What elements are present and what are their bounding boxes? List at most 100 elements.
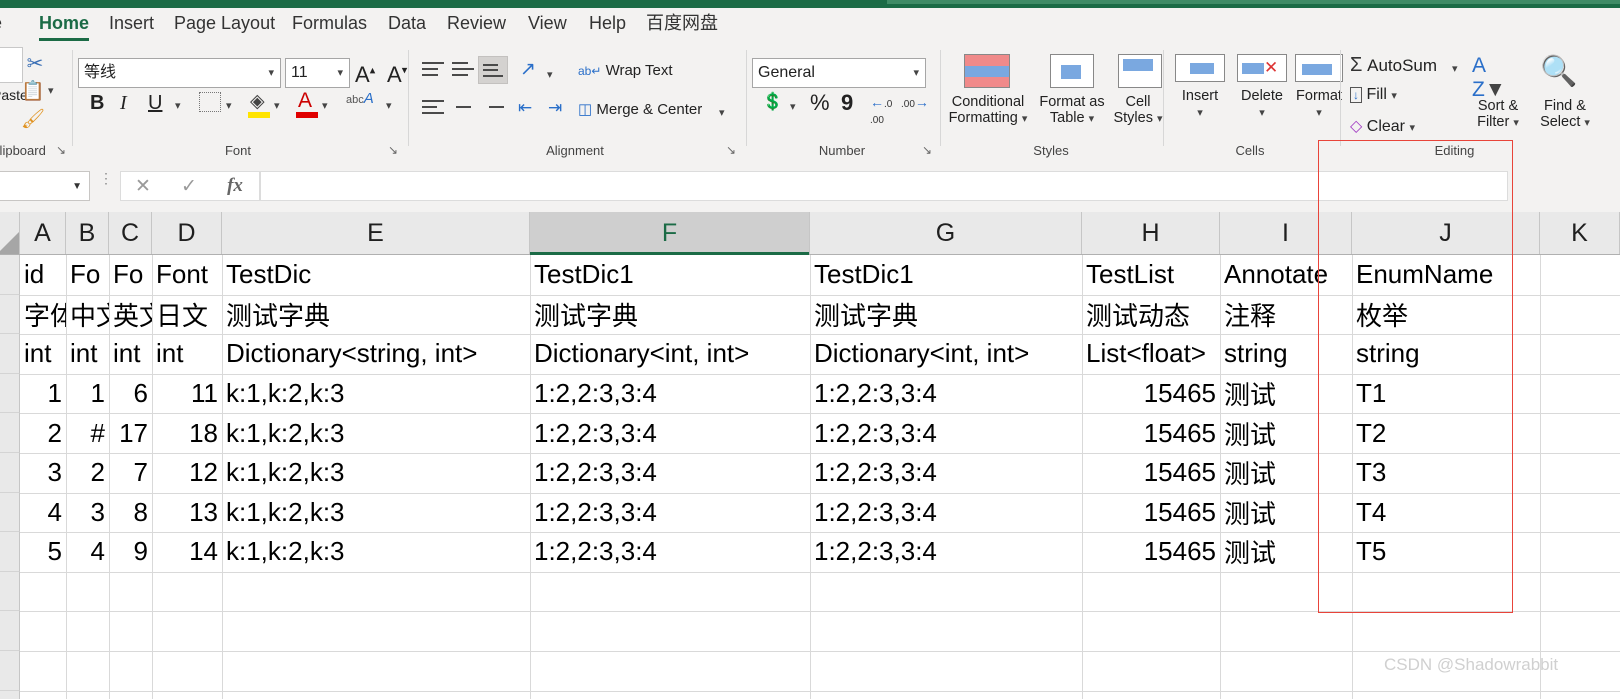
cell-E7[interactable]: k:1,k:2,k:3 [222,493,530,533]
select-all-corner[interactable] [0,212,20,254]
delete-button[interactable]: Delete ▾ [1231,88,1293,121]
cell-J8[interactable]: T5 [1352,532,1540,572]
tab-view[interactable]: View [522,8,573,42]
middle-align-icon[interactable] [452,62,474,76]
cell-J9[interactable] [1352,572,1540,612]
cell-F8[interactable]: 1:2,2:3,3:4 [530,532,810,572]
cell-B7[interactable]: 3 [66,493,109,533]
cell-K7[interactable] [1540,493,1620,533]
fill-button[interactable]: ↓ Fill ▾ [1350,86,1397,104]
fill-color-icon[interactable]: ◈ [250,90,265,113]
cell-I9[interactable] [1220,572,1352,612]
cell-F10[interactable] [530,611,810,651]
fill-color-chevron-down-icon[interactable]: ▾ [274,99,280,112]
underline-button[interactable]: U [148,92,162,115]
cell-B9[interactable] [66,572,109,612]
row-header[interactable] [0,255,20,295]
align-left-icon[interactable] [422,100,444,114]
cell-F11[interactable] [530,651,810,691]
cell-C1[interactable]: Fo [109,255,152,295]
sort-filter-icon[interactable]: A Z▼ [1472,54,1506,102]
cell-F1[interactable]: TestDic1 [530,255,810,295]
cell-I4[interactable]: 测试 [1220,374,1352,414]
cell-J2[interactable]: 枚举 [1352,295,1540,335]
format-painter-icon[interactable]: 🖌 [20,106,46,132]
cell-F2[interactable]: 测试字典 [530,295,810,335]
number-format-chevron-down-icon[interactable]: ▾ [913,67,919,79]
cell-I6[interactable]: 测试 [1220,453,1352,493]
cell-A4[interactable]: 1 [20,374,66,414]
phonetic-guide-icon[interactable]: abcA [346,90,374,107]
cell-E10[interactable] [222,611,530,651]
fill-chevron-down-icon[interactable]: ▾ [1391,90,1397,102]
cell-H3[interactable]: List<float> [1082,334,1220,374]
bold-button[interactable]: B [90,92,104,115]
cell-E2[interactable]: 测试字典 [222,295,530,335]
autosum-button[interactable]: Σ AutoSum [1350,54,1437,77]
cs-chevron-down-icon[interactable]: ▾ [1157,113,1163,125]
orientation-chevron-down-icon[interactable]: ▾ [547,68,553,81]
font-color-icon[interactable]: A [298,89,312,113]
find-select-icon[interactable]: 🔍 [1540,54,1577,89]
cell-A7[interactable]: 4 [20,493,66,533]
cell-D2[interactable]: 日文 [152,295,222,335]
borders-icon[interactable] [199,92,221,112]
tab-help[interactable]: Help [583,8,632,42]
cell-E3[interactable]: Dictionary<string, int> [222,334,530,374]
cell-I7[interactable]: 测试 [1220,493,1352,533]
increase-indent-icon[interactable]: ⇥ [548,98,562,118]
format-chevron-down-icon[interactable]: ▾ [1316,107,1322,119]
cell-D7[interactable]: 13 [152,493,222,533]
delete-chevron-down-icon[interactable]: ▾ [1259,107,1265,119]
tab-formulas[interactable]: Formulas [286,8,373,42]
cell-G5[interactable]: 1:2,2:3,3:4 [810,413,1082,453]
cell-F9[interactable] [530,572,810,612]
merge-center-chevron-down-icon[interactable]: ▾ [719,106,725,119]
decrease-indent-icon[interactable]: ⇤ [518,98,532,118]
comma-style-button[interactable]: 9 [841,90,853,116]
cell-I5[interactable]: 测试 [1220,413,1352,453]
row-header[interactable] [0,334,20,374]
italic-button[interactable]: I [120,92,127,115]
column-header-f[interactable]: F [530,212,810,255]
row-header[interactable] [0,492,20,533]
cell-K8[interactable] [1540,532,1620,572]
column-header-e[interactable]: E [222,212,530,254]
cell-E1[interactable]: TestDic [222,255,530,295]
cell-B8[interactable]: 4 [66,532,109,572]
insert-chevron-down-icon[interactable]: ▾ [1197,107,1203,119]
column-header-c[interactable]: C [109,212,152,254]
cell-J3[interactable]: string [1352,334,1540,374]
cell-B3[interactable]: int [66,334,109,374]
top-align-icon[interactable] [422,62,444,76]
column-header-h[interactable]: H [1082,212,1220,254]
insert-cells-icon[interactable] [1175,54,1225,82]
clear-button[interactable]: ◇ Clear ▾ [1350,116,1415,136]
cell-G10[interactable] [810,611,1082,651]
column-header-d[interactable]: D [152,212,222,254]
cell-G2[interactable]: 测试字典 [810,295,1082,335]
cancel-icon[interactable]: ✕ [121,172,165,200]
row-header[interactable] [0,571,20,612]
row-header[interactable] [0,453,20,493]
insert-button[interactable]: Insert ▾ [1169,88,1231,121]
cell-I1[interactable]: Annotate [1220,255,1352,295]
column-header-k[interactable]: K [1540,212,1620,254]
cell-J10[interactable] [1352,611,1540,651]
tab-home[interactable]: Home [33,8,95,42]
column-header-g[interactable]: G [810,212,1082,254]
align-right-icon[interactable] [482,100,504,114]
accounting-format-icon[interactable]: 💲 [762,92,783,112]
cell-C9[interactable] [109,572,152,612]
cell-C8[interactable]: 9 [109,532,152,572]
font-size-chevron-down-icon[interactable]: ▾ [337,67,343,79]
scissors-icon[interactable]: ✂ [22,50,48,76]
tab-data[interactable]: Data [382,8,432,42]
alignment-dialog-launcher-icon[interactable]: ↘ [726,143,736,157]
cell-H7[interactable]: 15465 [1082,493,1220,533]
cell-F5[interactable]: 1:2,2:3,3:4 [530,413,810,453]
cell-I10[interactable] [1220,611,1352,651]
wrap-text-button[interactable]: ab↵ Wrap Text [578,62,673,79]
number-format-combo[interactable]: General ▾ [752,58,926,88]
cell-A1[interactable]: id [20,255,66,295]
